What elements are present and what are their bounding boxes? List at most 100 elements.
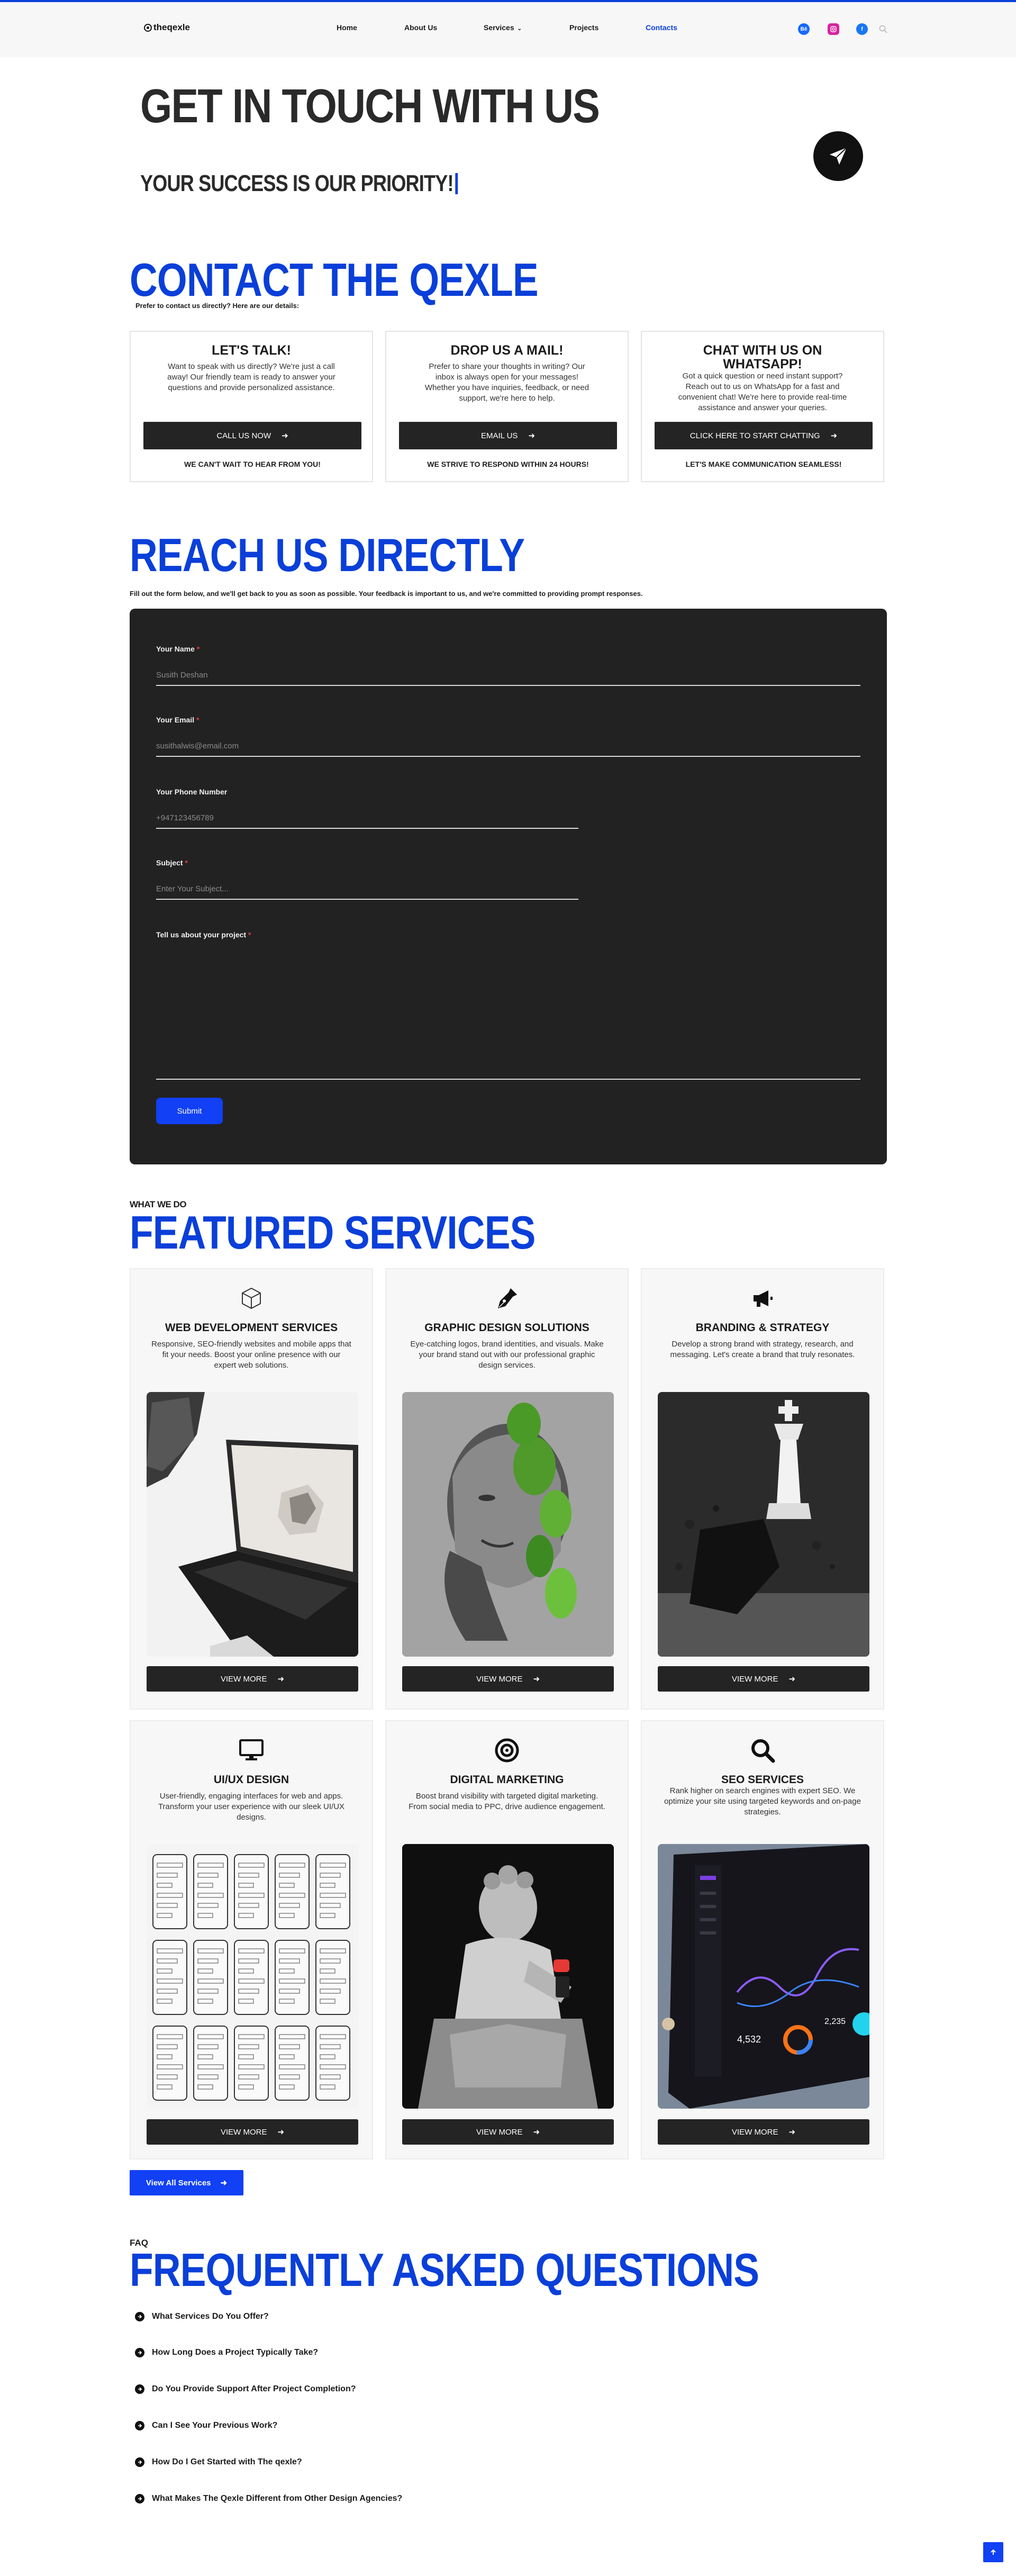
nav-home[interactable]: Home [337,23,357,32]
view-more-button[interactable]: VIEW MORE ➜ [658,1666,869,1692]
service-text: User-friendly, engaging interfaces for w… [158,1792,345,1822]
monitor-icon [237,1736,266,1765]
arrow-up-icon [991,2549,996,2555]
call-us-button[interactable]: CALL US NOW ➜ [143,422,361,449]
faq-item[interactable]: How Do I Get Started with The qexle? [135,2457,302,2467]
button-label: VIEW MORE [731,2127,778,2137]
view-more-button[interactable]: VIEW MORE ➜ [658,2119,869,2145]
arrow-circle-icon [135,2312,144,2321]
project-details-field[interactable] [156,937,860,1080]
dashboard-value-a: 4,532 [737,2034,761,2045]
service-image-dashboard: 4,532 2,235 [658,1844,869,2109]
service-card-seo: SEO SERVICES Rank higher on search engin… [641,1720,884,2159]
button-label: CLICK HERE TO START CHATTING [690,431,820,440]
name-label: Your Name * [156,645,199,653]
nav-contacts[interactable]: Contacts [646,23,677,32]
service-text: Responsive, SEO-friendly websites and mo… [151,1340,351,1370]
service-image-wireframes [147,1844,358,2109]
view-more-button[interactable]: VIEW MORE ➜ [147,1666,358,1692]
email-us-button[interactable]: EMAIL US ➜ [399,422,617,449]
arrow-right-icon: ➜ [788,2128,796,2137]
button-label: CALL US NOW [216,431,271,440]
view-all-services-button[interactable]: View All Services ➜ [130,2170,243,2195]
contact-form: Your Name * Your Email * Your Phone Numb… [130,609,887,1164]
service-text: Rank higher on search engines with exper… [664,1786,861,1816]
faq-item[interactable]: Can I See Your Previous Work? [135,2421,277,2430]
whatsapp-chat-button[interactable]: CLICK HERE TO START CHATTING ➜ [655,422,873,449]
hero-subtitle: YOUR SUCCESS IS OUR PRIORITY! [140,170,458,197]
service-title: GRAPHIC DESIGN SOLUTIONS [424,1322,589,1334]
email-field[interactable] [156,736,860,757]
scroll-to-top-button[interactable] [983,2542,1003,2562]
service-image-chess-king [658,1392,869,1657]
service-text: Develop a strong brand with strategy, re… [670,1340,855,1359]
card-text: Prefer to share your thoughts in writing… [424,362,589,403]
arrow-right-icon: ➜ [528,431,536,440]
site-logo[interactable]: theqexle [144,22,190,33]
behance-icon[interactable]: Bē [798,23,810,35]
service-title: SEO SERVICES [721,1774,804,1786]
arrow-right-icon: ➜ [277,2128,285,2137]
view-more-button[interactable]: VIEW MORE ➜ [402,1666,614,1692]
required-mark: * [196,645,200,653]
card-text: Got a quick question or need instant sup… [678,372,847,412]
paper-plane-icon [830,147,847,165]
arrow-right-icon: ➜ [788,1675,796,1684]
button-label: VIEW MORE [476,2127,523,2137]
faq-question: How Do I Get Started with The qexle? [152,2457,302,2466]
faq-item[interactable]: How Long Does a Project Typically Take? [135,2348,318,2357]
contact-intro: Prefer to contact us directly? Here are … [135,302,300,310]
name-field[interactable] [156,665,860,686]
name-label-text: Your Name [156,645,195,653]
phone-label: Your Phone Number [156,788,228,796]
typing-cursor [455,173,458,194]
faq-question: Can I See Your Previous Work? [152,2421,278,2430]
arrow-circle-icon [135,2421,144,2430]
instagram-icon[interactable] [828,23,839,35]
chevron-down-icon: ⌄ [517,26,522,32]
nav-about[interactable]: About Us [404,23,437,32]
submit-button[interactable]: Submit [156,1098,223,1124]
subject-field[interactable] [156,879,578,900]
dashboard-value-b: 2,235 [824,2017,846,2026]
search-icon[interactable] [878,24,888,34]
arrow-right-icon: ➜ [282,431,288,440]
arrow-right-icon: ➜ [220,2179,228,2188]
service-title: UI/UX DESIGN [213,1774,289,1786]
service-text: Eye-catching logos, brand identities, an… [410,1340,604,1370]
view-more-button[interactable]: VIEW MORE ➜ [402,2119,614,2145]
faq-title: FREQUENTLY ASKED QUESTIONS [130,2244,759,2296]
phone-field[interactable] [156,808,578,829]
arrow-right-icon: ➜ [830,431,838,440]
subject-label: Subject * [156,858,188,867]
service-card-graphic: GRAPHIC DESIGN SOLUTIONS Eye-catching lo… [385,1268,629,1710]
card-note: WE STRIVE TO RESPOND WITHIN 24 HOURS! [427,460,589,468]
button-label: VIEW MORE [220,2127,267,2137]
logo-text: theqexle [153,22,190,32]
target-icon [493,1736,521,1765]
hero-title: GET IN TOUCH WITH US [140,80,600,133]
view-more-button[interactable]: VIEW MORE ➜ [147,2119,358,2145]
faq-item[interactable]: What Makes The Qexle Different from Othe… [135,2494,402,2503]
service-title: WEB DEVELOPMENT SERVICES [165,1322,338,1334]
arrow-circle-icon [135,2457,144,2467]
faq-item[interactable]: What Services Do You Offer? [135,2312,269,2321]
send-badge [813,131,863,181]
button-label: VIEW MORE [731,1674,778,1684]
nav-services-label: Services [484,23,514,32]
nav-services[interactable]: Services ⌄ [484,23,522,32]
button-label: EMAIL US [480,431,518,440]
nav-projects[interactable]: Projects [569,23,598,32]
service-card-web: WEB DEVELOPMENT SERVICES Responsive, SEO… [130,1268,373,1710]
contact-card-whatsapp: CHAT WITH US ON WHATSAPP! Got a quick qu… [641,331,884,482]
facebook-icon[interactable]: f [856,23,868,35]
service-card-branding: BRANDING & STRATEGY Develop a strong bra… [641,1268,884,1710]
reach-intro: Fill out the form below, and we'll get b… [130,590,643,598]
required-mark: * [196,716,199,724]
button-label: VIEW MORE [220,1674,267,1684]
reach-title: REACH US DIRECTLY [130,529,525,581]
faq-item[interactable]: Do You Provide Support After Project Com… [135,2384,356,2394]
card-title: LET'S TALK! [212,343,291,358]
card-text: Want to speak with us directly? We're ju… [167,362,335,392]
card-note: LET'S MAKE COMMUNICATION SEAMLESS! [685,460,842,468]
